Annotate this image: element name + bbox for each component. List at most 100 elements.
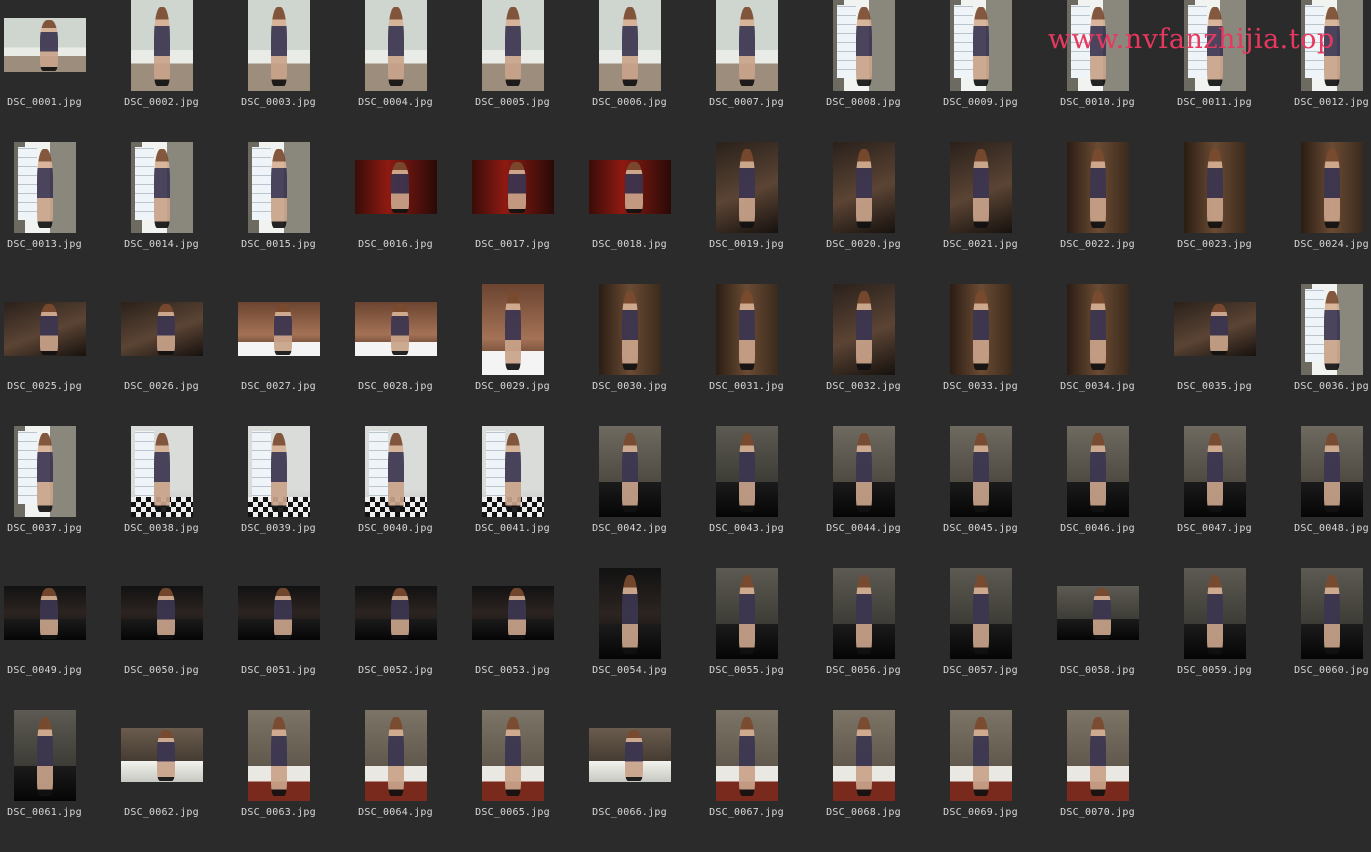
thumbnail-image[interactable] xyxy=(1183,142,1246,233)
file-item[interactable]: DSC_0058.jpg xyxy=(1039,568,1156,710)
thumbnail-image[interactable] xyxy=(1300,426,1363,517)
thumbnail-image[interactable] xyxy=(1066,710,1129,801)
file-item[interactable]: DSC_0005.jpg xyxy=(454,0,571,142)
file-item[interactable]: DSC_0012.jpg xyxy=(1273,0,1371,142)
thumbnail-image[interactable] xyxy=(1300,0,1363,91)
file-item[interactable]: DSC_0049.jpg xyxy=(0,568,103,710)
file-item[interactable]: DSC_0053.jpg xyxy=(454,568,571,710)
file-item[interactable]: DSC_0020.jpg xyxy=(805,142,922,284)
file-item[interactable]: DSC_0004.jpg xyxy=(337,0,454,142)
thumbnail-image[interactable] xyxy=(1183,426,1246,517)
thumbnail-image[interactable] xyxy=(1066,426,1129,517)
thumbnail-image[interactable] xyxy=(715,0,778,91)
file-item[interactable]: DSC_0019.jpg xyxy=(688,142,805,284)
thumbnail-image[interactable] xyxy=(481,710,544,801)
file-item[interactable]: DSC_0040.jpg xyxy=(337,426,454,568)
file-item[interactable]: DSC_0051.jpg xyxy=(220,568,337,710)
thumbnail-image[interactable] xyxy=(715,284,778,375)
thumbnail-image[interactable] xyxy=(354,160,437,214)
thumbnail-image[interactable] xyxy=(1300,284,1363,375)
file-item[interactable]: DSC_0048.jpg xyxy=(1273,426,1371,568)
file-item[interactable]: DSC_0036.jpg xyxy=(1273,284,1371,426)
file-item[interactable]: DSC_0033.jpg xyxy=(922,284,1039,426)
file-item[interactable]: DSC_0061.jpg xyxy=(0,710,103,852)
file-item[interactable]: DSC_0039.jpg xyxy=(220,426,337,568)
file-item[interactable]: DSC_0046.jpg xyxy=(1039,426,1156,568)
thumbnail-image[interactable] xyxy=(715,426,778,517)
thumbnail-image[interactable] xyxy=(598,426,661,517)
file-item[interactable]: DSC_0034.jpg xyxy=(1039,284,1156,426)
file-item[interactable]: DSC_0008.jpg xyxy=(805,0,922,142)
thumbnail-image[interactable] xyxy=(1300,568,1363,659)
thumbnail-image[interactable] xyxy=(949,284,1012,375)
thumbnail-image[interactable] xyxy=(715,568,778,659)
file-item[interactable]: DSC_0067.jpg xyxy=(688,710,805,852)
file-item[interactable]: DSC_0022.jpg xyxy=(1039,142,1156,284)
thumbnail-image[interactable] xyxy=(130,142,193,233)
file-item[interactable]: DSC_0015.jpg xyxy=(220,142,337,284)
thumbnail-image[interactable] xyxy=(1183,0,1246,91)
thumbnail-image[interactable] xyxy=(588,160,671,214)
thumbnail-image[interactable] xyxy=(481,284,544,375)
file-item[interactable]: DSC_0065.jpg xyxy=(454,710,571,852)
thumbnail-image[interactable] xyxy=(13,710,76,801)
thumbnail-image[interactable] xyxy=(832,426,895,517)
file-item[interactable]: DSC_0060.jpg xyxy=(1273,568,1371,710)
file-item[interactable]: DSC_0041.jpg xyxy=(454,426,571,568)
thumbnail-image[interactable] xyxy=(949,0,1012,91)
thumbnail-image[interactable] xyxy=(130,0,193,91)
thumbnail-image[interactable] xyxy=(3,586,86,640)
thumbnail-image[interactable] xyxy=(949,426,1012,517)
thumbnail-image[interactable] xyxy=(481,0,544,91)
file-item[interactable]: DSC_0002.jpg xyxy=(103,0,220,142)
thumbnail-image[interactable] xyxy=(354,586,437,640)
thumbnail-image[interactable] xyxy=(364,426,427,517)
file-item[interactable]: DSC_0017.jpg xyxy=(454,142,571,284)
thumbnail-image[interactable] xyxy=(237,302,320,356)
file-item[interactable]: DSC_0029.jpg xyxy=(454,284,571,426)
file-item[interactable]: DSC_0062.jpg xyxy=(103,710,220,852)
file-item[interactable]: DSC_0001.jpg xyxy=(0,0,103,142)
file-item[interactable]: DSC_0014.jpg xyxy=(103,142,220,284)
file-item[interactable]: DSC_0042.jpg xyxy=(571,426,688,568)
thumbnail-image[interactable] xyxy=(247,142,310,233)
thumbnail-image[interactable] xyxy=(949,710,1012,801)
thumbnail-image[interactable] xyxy=(598,0,661,91)
thumbnail-image[interactable] xyxy=(715,710,778,801)
thumbnail-image[interactable] xyxy=(1300,142,1363,233)
thumbnail-image[interactable] xyxy=(949,568,1012,659)
file-item[interactable]: DSC_0007.jpg xyxy=(688,0,805,142)
thumbnail-image[interactable] xyxy=(120,302,203,356)
thumbnail-image[interactable] xyxy=(13,142,76,233)
thumbnail-image[interactable] xyxy=(598,284,661,375)
file-item[interactable]: DSC_0009.jpg xyxy=(922,0,1039,142)
file-item[interactable]: DSC_0035.jpg xyxy=(1156,284,1273,426)
thumbnail-image[interactable] xyxy=(120,728,203,782)
file-item[interactable]: DSC_0044.jpg xyxy=(805,426,922,568)
file-item[interactable]: DSC_0032.jpg xyxy=(805,284,922,426)
file-item[interactable]: DSC_0068.jpg xyxy=(805,710,922,852)
thumbnail-image[interactable] xyxy=(588,728,671,782)
file-item[interactable]: DSC_0069.jpg xyxy=(922,710,1039,852)
thumbnail-image[interactable] xyxy=(471,586,554,640)
file-item[interactable]: DSC_0030.jpg xyxy=(571,284,688,426)
file-item[interactable]: DSC_0023.jpg xyxy=(1156,142,1273,284)
thumbnail-image[interactable] xyxy=(247,710,310,801)
file-item[interactable]: DSC_0063.jpg xyxy=(220,710,337,852)
file-item[interactable]: DSC_0013.jpg xyxy=(0,142,103,284)
thumbnail-image[interactable] xyxy=(832,568,895,659)
file-item[interactable]: DSC_0047.jpg xyxy=(1156,426,1273,568)
file-item[interactable]: DSC_0025.jpg xyxy=(0,284,103,426)
file-item[interactable]: DSC_0016.jpg xyxy=(337,142,454,284)
thumbnail-image[interactable] xyxy=(1066,284,1129,375)
file-item[interactable]: DSC_0027.jpg xyxy=(220,284,337,426)
thumbnail-image[interactable] xyxy=(3,18,86,72)
thumbnail-image[interactable] xyxy=(832,0,895,91)
thumbnail-image[interactable] xyxy=(354,302,437,356)
file-item[interactable]: DSC_0006.jpg xyxy=(571,0,688,142)
thumbnail-image[interactable] xyxy=(1066,142,1129,233)
thumbnail-image[interactable] xyxy=(247,0,310,91)
thumbnail-image[interactable] xyxy=(120,586,203,640)
thumbnail-image[interactable] xyxy=(1183,568,1246,659)
thumbnail-image[interactable] xyxy=(832,284,895,375)
